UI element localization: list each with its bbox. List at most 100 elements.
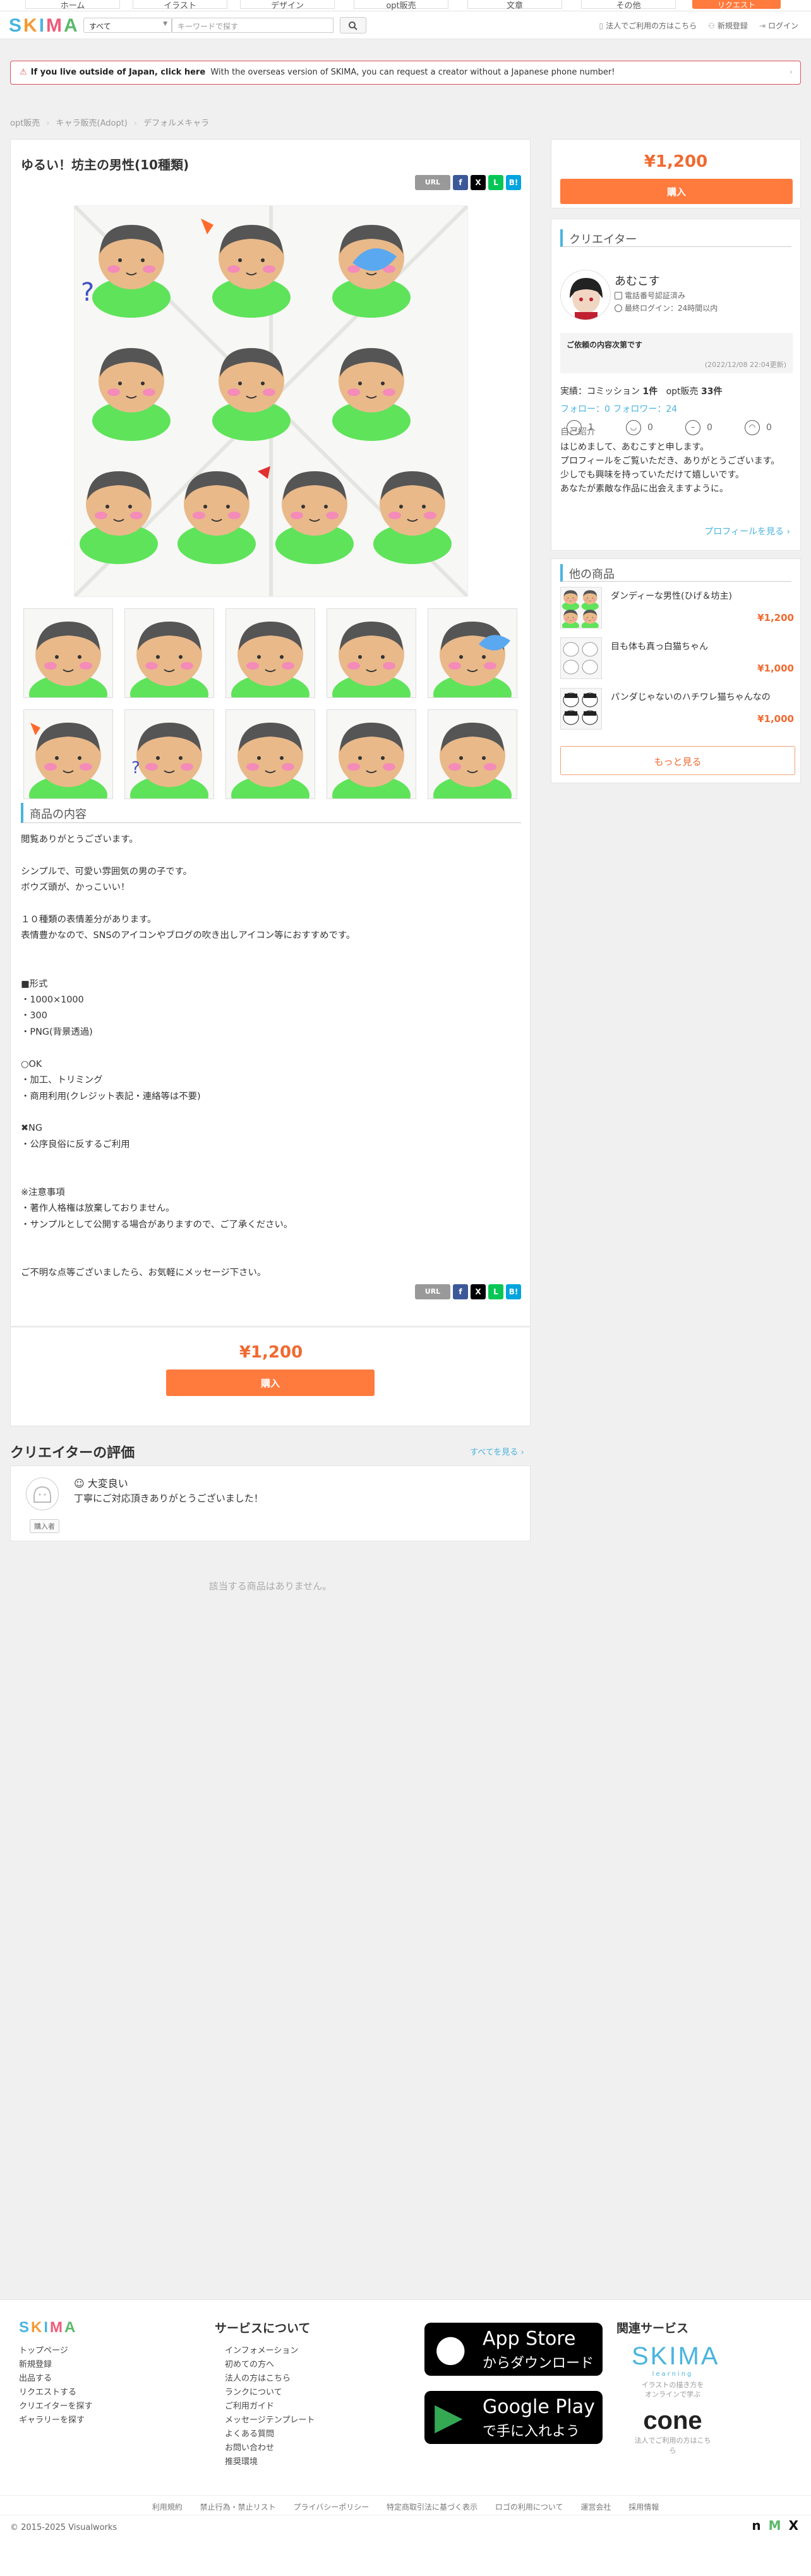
- other-products-card: 他の商品 ダンディーな男性(ひげ＆坊主) ¥1,200 目も体も真っ白猫ちゃん …: [551, 558, 801, 783]
- notice-text: With the overseas version of SKIMA, you …: [210, 68, 615, 77]
- skima-logo[interactable]: SKIMA: [9, 15, 80, 37]
- cone-link[interactable]: cone 法人でご利用の方はこちら: [632, 2407, 714, 2455]
- thumbnail[interactable]: [124, 608, 214, 715]
- footer-link[interactable]: リクエストする: [19, 2386, 92, 2400]
- google-play-button[interactable]: ▶ Google Play で手に入れよう: [424, 2391, 603, 2444]
- footer-bottom-link[interactable]: 採用情報: [628, 2503, 659, 2512]
- notice-link[interactable]: If you live outside of Japan, click here: [31, 68, 206, 77]
- note-icon[interactable]: n: [752, 2518, 760, 2533]
- creator-avatar[interactable]: [560, 270, 611, 320]
- breadcrumb-opt[interactable]: opt販売: [10, 119, 40, 128]
- share-x-button[interactable]: X: [471, 175, 486, 190]
- thumbnail[interactable]: ?: [124, 709, 214, 816]
- character-sheet-image: ?: [73, 204, 469, 598]
- profile-link[interactable]: プロフィールを見る ›: [704, 525, 790, 538]
- share-facebook-button[interactable]: f: [453, 1284, 468, 1299]
- share-hatena-button[interactable]: B!: [506, 1284, 521, 1299]
- copyright: © 2015-2025 Visualworks: [10, 2523, 117, 2532]
- category-text[interactable]: 文章: [467, 0, 562, 11]
- footer-logo[interactable]: SKIMA: [19, 2319, 77, 2337]
- app-store-button[interactable]: ● App Store からダウンロード: [424, 2323, 603, 2376]
- corporate-link[interactable]: ▯ 法人でご利用の方はこちら: [599, 20, 697, 31]
- share-hatena-button[interactable]: B!: [506, 175, 521, 190]
- share-line-button[interactable]: L: [488, 1284, 503, 1299]
- smile-icon: ☺: [74, 1478, 85, 1490]
- login-link[interactable]: ⇥ ログイン: [759, 20, 798, 31]
- chevron-right-icon: ›: [789, 68, 793, 77]
- product-name: 目も体も真っ白猫ちゃん: [611, 642, 708, 652]
- footer-link[interactable]: ギャラリーを探す: [19, 2414, 92, 2428]
- creator-heading: クリエイター: [560, 229, 791, 247]
- product-name: ダンディーな男性(ひげ＆坊主): [611, 591, 732, 601]
- request-status-text: ご依頼の内容次第です: [567, 340, 643, 349]
- buy-button[interactable]: 購入: [166, 1369, 375, 1396]
- breadcrumb-deformed[interactable]: デフォルメキャラ: [143, 119, 209, 128]
- more-products-button[interactable]: もっと見る: [560, 746, 795, 775]
- thumbnail[interactable]: [225, 709, 315, 816]
- request-button[interactable]: リクエスト: [692, 0, 781, 9]
- product-price: ¥1,000: [757, 663, 794, 674]
- footer-link[interactable]: トップページ: [19, 2344, 92, 2358]
- category-other[interactable]: その他: [581, 0, 676, 11]
- share-facebook-button[interactable]: f: [453, 175, 468, 190]
- footer-bottom-link[interactable]: 特定商取引法に基づく表示: [387, 2503, 478, 2512]
- footer-link[interactable]: インフォメーション: [225, 2344, 315, 2358]
- footer-bottom-link[interactable]: 禁止行為・禁止リスト: [200, 2503, 276, 2512]
- request-status-date: (2022/12/08 22:04更新): [704, 361, 786, 369]
- list-item[interactable]: パンダじゃないのハチワレ猫ちゃんなの ¥1,000: [560, 688, 794, 738]
- footer-bottom-link[interactable]: 利用規約: [152, 2503, 183, 2512]
- footer-link[interactable]: 初めての方へ: [225, 2358, 315, 2372]
- signup-link[interactable]: ⚇ 新規登録: [708, 20, 748, 31]
- list-item[interactable]: ダンディーな男性(ひげ＆坊主) ¥1,200: [560, 587, 794, 637]
- main-product-image[interactable]: ?: [73, 204, 469, 598]
- search-button[interactable]: [340, 17, 366, 33]
- share-line-button[interactable]: L: [488, 175, 503, 190]
- footer-link[interactable]: ご利用ガイド: [225, 2400, 315, 2414]
- keyword-input[interactable]: キーワードで探す: [172, 18, 333, 33]
- sidebar-buy-box: ¥1,200 購入: [551, 139, 801, 208]
- footer-link[interactable]: ランクについて: [225, 2386, 315, 2400]
- medium-icon[interactable]: M: [769, 2518, 781, 2533]
- list-item[interactable]: 目も体も真っ白猫ちゃん ¥1,000: [560, 637, 794, 688]
- thumbnail[interactable]: [327, 608, 416, 715]
- overseas-notice[interactable]: ⚠ If you live outside of Japan, click her…: [10, 61, 801, 85]
- last-login-badge: 最終ログイン：24時間以内: [615, 303, 718, 313]
- creator-card: クリエイター あむこす 電話番号認証済み 最終ログイン：24時間以内 ご依頼の内…: [551, 219, 801, 551]
- thumbnail[interactable]: [428, 709, 517, 816]
- skima-learning-link[interactable]: SKIMA learning イラストの描き方を オンラインで学ぶ: [632, 2342, 718, 2399]
- category-home[interactable]: ホーム: [25, 0, 120, 11]
- footer-bottom-link[interactable]: 運営会社: [580, 2503, 611, 2512]
- sidebar-buy-button[interactable]: 購入: [560, 179, 793, 204]
- footer-link[interactable]: 推奨環境: [225, 2455, 315, 2469]
- thumbnail[interactable]: [23, 709, 113, 816]
- share-url-button[interactable]: URL: [415, 1284, 450, 1299]
- creator-name[interactable]: あむこす: [615, 272, 660, 289]
- footer-bottom-link[interactable]: ロゴの利用について: [495, 2503, 563, 2512]
- footer-link[interactable]: 新規登録: [19, 2358, 92, 2372]
- footer-link[interactable]: お問い合わせ: [225, 2441, 315, 2455]
- category-design[interactable]: デザイン: [240, 0, 335, 11]
- follow-stats[interactable]: フォロー：0 フォロワー：24: [560, 402, 677, 415]
- footer-link[interactable]: 法人の方はこちら: [225, 2372, 315, 2386]
- category-opt[interactable]: opt販売: [354, 0, 448, 11]
- share-x-button[interactable]: X: [471, 1284, 486, 1299]
- footer-link[interactable]: メッセージテンプレート: [225, 2414, 315, 2428]
- thumbnail[interactable]: [327, 709, 416, 816]
- thumbnail[interactable]: [428, 608, 517, 715]
- category-illust[interactable]: イラスト: [133, 0, 227, 11]
- thumbnail[interactable]: [23, 608, 113, 715]
- share-url-button[interactable]: URL: [415, 175, 450, 190]
- rating-normal: –0: [685, 420, 712, 435]
- breadcrumb-adopt[interactable]: キャラ販売(Adopt): [56, 119, 128, 128]
- footer-link[interactable]: クリエイターを探す: [19, 2400, 92, 2414]
- footer-link[interactable]: 出品する: [19, 2372, 92, 2386]
- x-icon[interactable]: X: [789, 2518, 798, 2533]
- footer-bottom-link[interactable]: プライバシーポリシー: [293, 2503, 369, 2512]
- reviews-see-all-link[interactable]: すべてを見る ›: [470, 1445, 524, 1457]
- warning-icon: ⚠: [20, 68, 27, 77]
- footer-link[interactable]: よくある質問: [225, 2428, 315, 2441]
- footer-links-main: トップページ 新規登録 出品する リクエストする クリエイターを探す ギャラリー…: [19, 2344, 92, 2428]
- category-select[interactable]: すべて ▼: [83, 18, 172, 33]
- thumbnail[interactable]: [225, 608, 315, 715]
- svg-text:?: ?: [81, 278, 94, 307]
